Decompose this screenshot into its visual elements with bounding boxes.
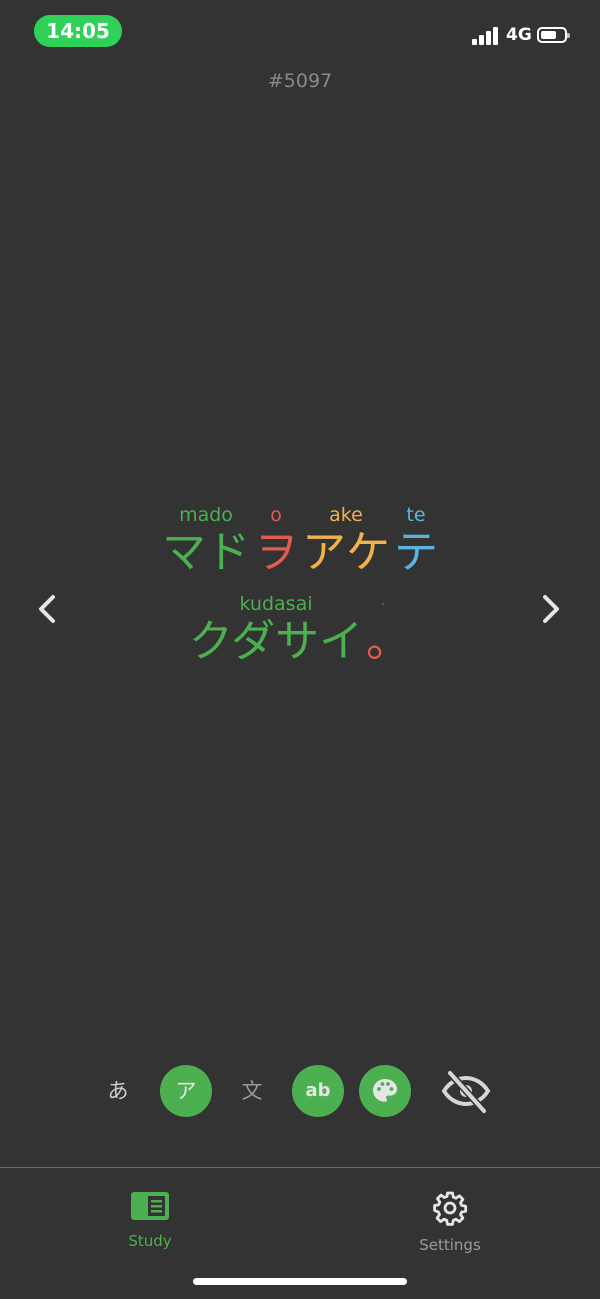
- word-te[interactable]: te テ: [394, 503, 438, 579]
- card-number: #5097: [267, 70, 333, 92]
- word-mado[interactable]: mado マド: [162, 503, 250, 579]
- hiragana-toggle-button[interactable]: あ: [92, 1065, 144, 1117]
- romaji: kudasai: [239, 593, 313, 615]
- tab-settings-label: Settings: [419, 1236, 481, 1254]
- palette-icon: [373, 1079, 397, 1102]
- network-type: 4G: [506, 25, 532, 45]
- color-toggle-button[interactable]: [359, 1065, 411, 1117]
- tab-study-label: Study: [128, 1232, 172, 1250]
- status-bar: 14:05 4G: [0, 0, 600, 64]
- punctuation-period[interactable]: · 。: [366, 592, 410, 668]
- romaji: mado: [179, 504, 233, 526]
- gear-icon: [433, 1191, 468, 1226]
- status-time: 14:05: [34, 15, 122, 47]
- home-indicator: [193, 1278, 407, 1285]
- kana: 。: [366, 616, 410, 667]
- kana: クダサイ: [188, 616, 364, 667]
- word-o[interactable]: o ヲ: [254, 503, 298, 579]
- romaji: o: [270, 504, 282, 526]
- word-kudasai[interactable]: kudasai クダサイ: [186, 592, 366, 668]
- word-ake[interactable]: ake アケ: [302, 503, 390, 579]
- sentence-line-2: kudasai クダサイ · 。: [0, 592, 600, 672]
- kanji-toggle-button[interactable]: 文: [226, 1065, 278, 1117]
- romaji: ·: [381, 597, 385, 611]
- battery-icon: [537, 27, 570, 43]
- kana: マド: [162, 527, 250, 578]
- sentence-line-1: mado マド o ヲ ake アケ te テ: [0, 503, 600, 583]
- romaji-toggle-button[interactable]: ab: [292, 1065, 344, 1117]
- tab-bar-divider: [0, 1167, 600, 1168]
- tab-settings[interactable]: Settings: [380, 1190, 520, 1254]
- kana: テ: [394, 527, 438, 578]
- display-toolbar: あ ア 文 ab: [0, 1064, 600, 1118]
- study-card-icon: [131, 1192, 169, 1220]
- signal-strength-icon: [472, 27, 500, 45]
- romaji: te: [406, 504, 426, 526]
- tab-study[interactable]: Study: [80, 1190, 220, 1250]
- katakana-toggle-button[interactable]: ア: [160, 1065, 212, 1117]
- kana: アケ: [302, 527, 390, 578]
- kana: ヲ: [254, 527, 298, 578]
- eye-off-icon: [441, 1070, 491, 1114]
- hide-toggle-button[interactable]: [438, 1065, 491, 1117]
- romaji: ake: [329, 504, 363, 526]
